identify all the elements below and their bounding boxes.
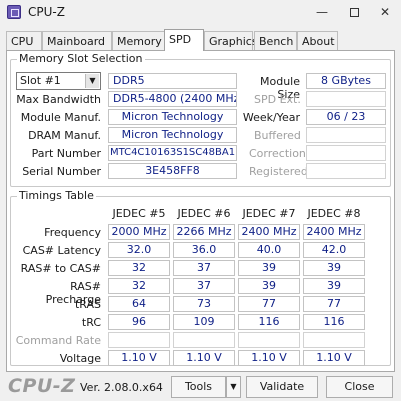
- timing-cell: 1.10 V: [108, 350, 170, 366]
- title-bar: CPU-Z — ✕: [0, 0, 401, 26]
- timing-row-label: CAS# Latency: [22, 244, 101, 257]
- module-manuf-label: Module Manuf.: [20, 111, 101, 124]
- timing-cell: 37: [173, 278, 235, 294]
- tab-cpu[interactable]: CPU: [6, 31, 42, 51]
- serial-number-label: Serial Number: [22, 165, 101, 178]
- timing-row-label: Frequency: [44, 226, 101, 239]
- timings-column-header: JEDEC #6: [177, 207, 231, 220]
- timing-cell: 39: [303, 260, 365, 276]
- timing-cell: 40.0: [238, 242, 300, 258]
- timing-cell: 39: [238, 278, 300, 294]
- registered-label: Registered: [249, 165, 308, 178]
- tab-about[interactable]: About: [297, 31, 338, 51]
- timing-cell: 32.0: [108, 242, 170, 258]
- timings-column-header: JEDEC #7: [242, 207, 296, 220]
- timing-cell: 2400 MHz: [238, 224, 300, 240]
- minimize-button[interactable]: —: [309, 3, 335, 23]
- timing-cell: 64: [108, 296, 170, 312]
- timing-cell: 109: [173, 314, 235, 330]
- timing-cell: 32: [108, 278, 170, 294]
- timing-row-label: tRAS: [74, 298, 101, 311]
- timing-row-label: Voltage: [59, 352, 101, 365]
- timing-cell: 42.0: [303, 242, 365, 258]
- max-bandwidth-label: Max Bandwidth: [16, 93, 101, 106]
- spd-panel: Memory Slot Selection Slot #1 ▼ DDR5 Mod…: [6, 50, 395, 372]
- memory-type-value: DDR5: [108, 73, 237, 89]
- timing-cell: 73: [173, 296, 235, 312]
- timing-cell: [173, 332, 235, 348]
- part-number-label: Part Number: [31, 147, 101, 160]
- timing-cell: 2400 MHz: [303, 224, 365, 240]
- footer-bar: CPU-Z Ver. 2.08.0.x64 Tools ▼ Validate C…: [0, 372, 401, 401]
- memory-slot-group: Memory Slot Selection Slot #1 ▼ DDR5 Mod…: [10, 52, 391, 187]
- slot-select[interactable]: Slot #1 ▼: [16, 72, 101, 90]
- spd-ext-label: SPD Ext.: [254, 93, 301, 106]
- timing-row-label: tRC: [81, 316, 101, 329]
- memory-slot-group-title: Memory Slot Selection: [17, 52, 145, 65]
- part-number-value: MTC4C10163S1SC48BA1: [108, 145, 237, 161]
- dram-manuf-label: DRAM Manuf.: [28, 129, 101, 142]
- timing-cell: 77: [238, 296, 300, 312]
- close-button[interactable]: Close: [326, 376, 393, 398]
- timing-cell: 2266 MHz: [173, 224, 235, 240]
- serial-number-value: 3E458FF8: [108, 163, 237, 179]
- max-bandwidth-value: DDR5-4800 (2400 MHz): [108, 91, 237, 107]
- correction-label: Correction: [249, 147, 306, 160]
- timing-cell: 37: [173, 260, 235, 276]
- timing-cell: [108, 332, 170, 348]
- cpu-z-logo: CPU-Z: [8, 375, 76, 397]
- chevron-down-icon: ▼: [85, 74, 99, 88]
- buffered-label: Buffered: [254, 129, 301, 142]
- timing-cell: [303, 332, 365, 348]
- timings-table-title: Timings Table: [17, 189, 96, 202]
- timing-cell: 36.0: [173, 242, 235, 258]
- timing-cell: [238, 332, 300, 348]
- timings-column-header: JEDEC #8: [307, 207, 361, 220]
- tab-spd[interactable]: SPD: [164, 29, 204, 51]
- timing-cell: 96: [108, 314, 170, 330]
- timing-cell: 116: [303, 314, 365, 330]
- slot-select-value: Slot #1: [20, 74, 61, 87]
- validate-button[interactable]: Validate: [246, 376, 318, 398]
- buffered-value: [306, 127, 386, 143]
- module-size-value: 8 GBytes: [306, 73, 386, 89]
- version-label: Ver. 2.08.0.x64: [80, 381, 163, 394]
- timing-cell: 1.10 V: [173, 350, 235, 366]
- timing-row-label: Command Rate: [15, 334, 101, 347]
- timing-cell: 39: [303, 278, 365, 294]
- registered-value: [306, 163, 386, 179]
- tab-memory[interactable]: Memory: [112, 31, 165, 51]
- timing-cell: 116: [238, 314, 300, 330]
- dram-manuf-value: Micron Technology: [108, 127, 237, 143]
- timing-cell: 1.10 V: [303, 350, 365, 366]
- timing-cell: 39: [238, 260, 300, 276]
- maximize-button[interactable]: [341, 3, 367, 23]
- cpu-z-app-icon: [7, 5, 21, 19]
- tab-graphics[interactable]: Graphics: [204, 31, 258, 51]
- timing-cell: 2000 MHz: [108, 224, 170, 240]
- timing-cell: 1.10 V: [238, 350, 300, 366]
- maximize-icon: [349, 8, 359, 17]
- window-title: CPU-Z: [28, 5, 65, 19]
- close-window-button[interactable]: ✕: [372, 3, 398, 23]
- tab-mainboard[interactable]: Mainboard: [42, 31, 112, 51]
- tools-dropdown-button[interactable]: ▼: [226, 376, 241, 398]
- timings-table-group: Timings Table JEDEC #5 JEDEC #6 JEDEC #7…: [10, 189, 391, 366]
- tab-bench[interactable]: Bench: [254, 31, 297, 51]
- tools-button[interactable]: Tools: [171, 376, 226, 398]
- timing-cell: 77: [303, 296, 365, 312]
- chevron-down-icon: ▼: [230, 382, 237, 391]
- module-manuf-value: Micron Technology: [108, 109, 237, 125]
- timing-cell: 32: [108, 260, 170, 276]
- week-year-label: Week/Year: [242, 111, 300, 124]
- correction-value: [306, 145, 386, 161]
- spd-ext-value: [306, 91, 386, 107]
- timing-row-label: RAS# to CAS#: [20, 262, 101, 275]
- timings-column-header: JEDEC #5: [112, 207, 166, 220]
- week-year-value: 06 / 23: [306, 109, 386, 125]
